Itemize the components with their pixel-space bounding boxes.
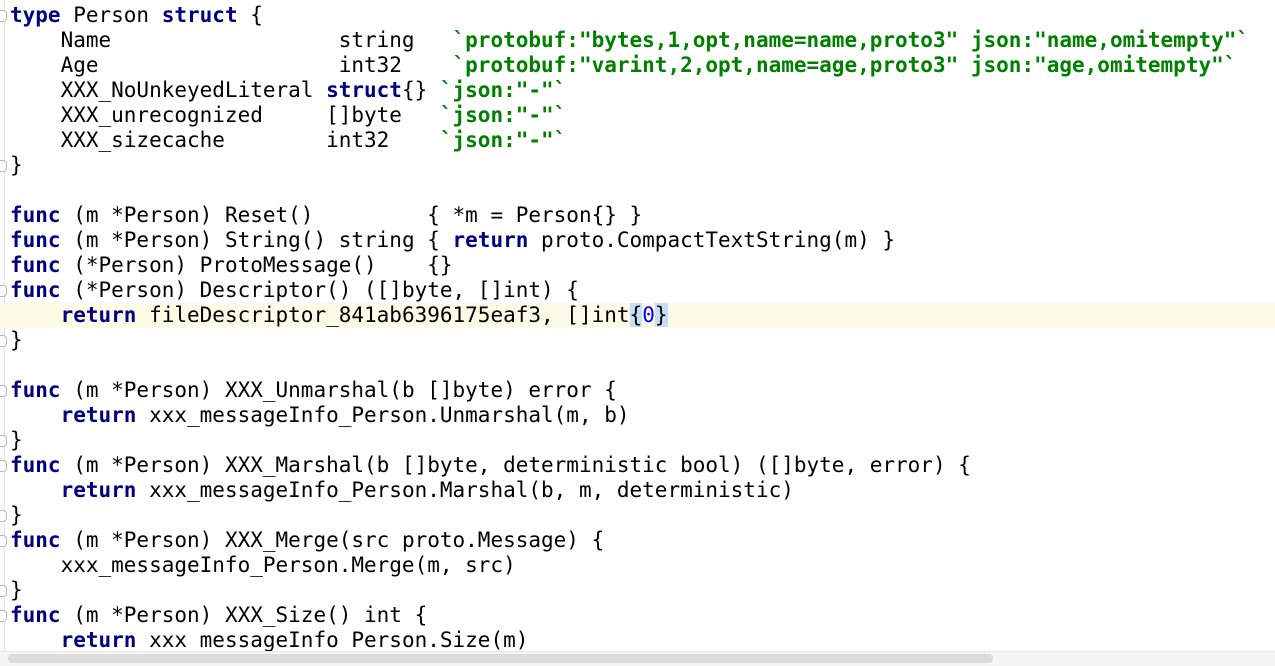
- fold-marker-icon[interactable]: [0, 160, 7, 172]
- code-token: }: [10, 153, 23, 177]
- fold-marker-icon[interactable]: [0, 510, 7, 522]
- keyword-token: func: [10, 278, 61, 302]
- code-token: Person: [60, 3, 162, 27]
- code-token: (m *Person) XXX_Marshal(b []byte, determ…: [60, 453, 971, 477]
- code-line[interactable]: func (m *Person) String() string { retur…: [10, 228, 1275, 253]
- keyword-token: func: [10, 228, 61, 252]
- code-token: xxx_messageInfo_Person.Size(m): [136, 628, 529, 652]
- code-line[interactable]: }: [0, 503, 1275, 528]
- code-token: (*Person) Descriptor() ([]byte, []int) {: [60, 278, 579, 302]
- code-line[interactable]: func (m *Person) Reset() { *m = Person{}…: [10, 203, 1275, 228]
- keyword-token: func: [10, 203, 61, 227]
- code-line[interactable]: XXX_sizecache int32 `json:"-"`: [10, 128, 1275, 153]
- code-line[interactable]: return xxx_messageInfo_Person.Unmarshal(…: [10, 403, 1275, 428]
- keyword-token: struct: [161, 3, 238, 27]
- code-editor[interactable]: type Person struct { Name string `protob…: [0, 0, 1275, 652]
- fold-marker-icon[interactable]: [0, 335, 7, 347]
- keyword-token: return: [60, 303, 137, 327]
- string-token: `json:"-"`: [439, 78, 567, 102]
- code-token: xxx_messageInfo_Person.Merge(m, src): [10, 553, 516, 577]
- code-token: (m *Person) XXX_Merge(src proto.Message)…: [60, 528, 605, 552]
- code-token: xxx_messageInfo_Person.Unmarshal(m, b): [136, 403, 630, 427]
- code-token: }: [10, 578, 23, 602]
- keyword-token: return: [452, 228, 529, 252]
- code-line[interactable]: func (*Person) Descriptor() ([]byte, []i…: [0, 278, 1275, 303]
- keyword-token: func: [10, 603, 61, 627]
- horizontal-scrollbar[interactable]: [0, 651, 1275, 666]
- code-token: Age int32: [10, 53, 453, 77]
- keyword-token: func: [10, 528, 61, 552]
- fold-marker-icon[interactable]: [0, 10, 7, 22]
- keyword-token: return: [60, 628, 137, 652]
- keyword-token: return: [60, 403, 137, 427]
- code-token: {: [237, 3, 263, 27]
- code-line[interactable]: return xxx_messageInfo_Person.Marshal(b,…: [10, 478, 1275, 503]
- code-line[interactable]: XXX_NoUnkeyedLiteral struct{} `json:"-"`: [10, 78, 1275, 103]
- code-token: {}: [401, 78, 440, 102]
- keyword-token: func: [10, 253, 61, 277]
- code-token: }: [654, 303, 668, 327]
- code-token: XXX_NoUnkeyedLiteral: [10, 78, 327, 102]
- code-line[interactable]: func (m *Person) XXX_Marshal(b []byte, d…: [0, 453, 1275, 478]
- keyword-token: func: [10, 453, 61, 477]
- code-token: (*Person) ProtoMessage() {}: [60, 253, 453, 277]
- code-line[interactable]: return xxx_messageInfo_Person.Size(m): [10, 628, 1275, 652]
- keyword-token: func: [10, 378, 61, 402]
- code-line[interactable]: XXX_unrecognized []byte `json:"-"`: [10, 103, 1275, 128]
- code-token: Name string: [10, 28, 453, 52]
- code-token: XXX_unrecognized []byte: [10, 103, 440, 127]
- string-token: `protobuf:"bytes,1,opt,name=name,proto3"…: [452, 28, 1250, 52]
- code-token: }: [10, 503, 23, 527]
- fold-marker-icon[interactable]: [0, 285, 7, 297]
- code-line[interactable]: }: [0, 428, 1275, 453]
- code-token: }: [10, 428, 23, 452]
- fold-marker-icon[interactable]: [0, 535, 7, 547]
- keyword-token: struct: [326, 78, 402, 102]
- code-line[interactable]: [10, 178, 1275, 203]
- code-line[interactable]: func (m *Person) XXX_Merge(src proto.Mes…: [0, 528, 1275, 553]
- code-token: xxx_messageInfo_Person.Marshal(b, m, det…: [136, 478, 794, 502]
- code-line[interactable]: xxx_messageInfo_Person.Merge(m, src): [10, 553, 1275, 578]
- fold-marker-icon[interactable]: [0, 585, 7, 597]
- fold-marker-icon[interactable]: [0, 460, 7, 472]
- code-line[interactable]: }: [0, 578, 1275, 603]
- code-line[interactable]: }: [0, 328, 1275, 353]
- code-token: (m *Person) XXX_Size() int {: [60, 603, 428, 627]
- code-token: {: [629, 303, 643, 327]
- fold-marker-icon[interactable]: [0, 435, 7, 447]
- string-token: `json:"-"`: [439, 103, 567, 127]
- code-line[interactable]: func (m *Person) XXX_Unmarshal(b []byte)…: [0, 378, 1275, 403]
- code-line[interactable]: func (*Person) ProtoMessage() {}: [10, 253, 1275, 278]
- horizontal-scrollbar-thumb[interactable]: [8, 654, 993, 663]
- code-token: XXX_sizecache int32: [10, 128, 440, 152]
- code-line[interactable]: type Person struct {: [0, 3, 1275, 28]
- number-token: 0: [642, 303, 655, 327]
- code-token: fileDescriptor_841ab6396175eaf3, []int: [136, 303, 630, 327]
- code-line[interactable]: Name string `protobuf:"bytes,1,opt,name=…: [10, 28, 1275, 53]
- code-token: }: [10, 328, 23, 352]
- code-line[interactable]: Age int32 `protobuf:"varint,2,opt,name=a…: [10, 53, 1275, 78]
- keyword-token: return: [60, 478, 137, 502]
- string-token: `json:"-"`: [439, 128, 567, 152]
- code-line[interactable]: func (m *Person) XXX_Size() int {: [0, 603, 1275, 628]
- code-line[interactable]: [10, 353, 1275, 378]
- keyword-token: type: [10, 3, 61, 27]
- code-line[interactable]: return fileDescriptor_841ab6396175eaf3, …: [0, 303, 1275, 328]
- fold-marker-icon[interactable]: [0, 385, 7, 397]
- code-token: (m *Person) XXX_Unmarshal(b []byte) erro…: [60, 378, 617, 402]
- code-token: proto.CompactTextString(m) }: [528, 228, 896, 252]
- string-token: `protobuf:"varint,2,opt,name=age,proto3"…: [452, 53, 1237, 77]
- code-area[interactable]: type Person struct { Name string `protob…: [0, 3, 1275, 652]
- fold-marker-icon[interactable]: [0, 610, 7, 622]
- code-line[interactable]: }: [0, 153, 1275, 178]
- code-token: (m *Person) String() string {: [60, 228, 453, 252]
- code-token: (m *Person) Reset() { *m = Person{} }: [60, 203, 643, 227]
